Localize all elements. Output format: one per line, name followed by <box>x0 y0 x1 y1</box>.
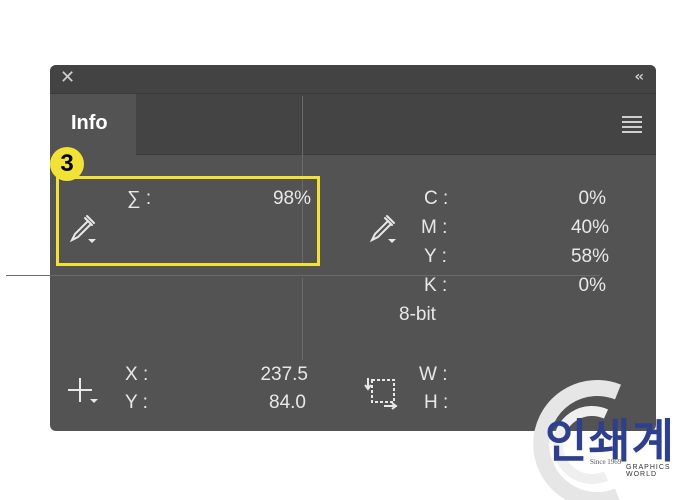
bit-depth-label: 8-bit <box>399 304 436 325</box>
logo-since-text: Since 1969 <box>590 458 622 466</box>
position-x-value: 237.5 <box>260 364 308 385</box>
position-y-value: 84.0 <box>269 392 306 413</box>
tutorial-highlight-box <box>56 176 320 266</box>
position-x-label: X : <box>125 364 149 385</box>
panel-titlebar: ✕ ‹‹ <box>50 65 656 94</box>
cmyk-y-label: Y : <box>424 246 447 267</box>
cmyk-y-value: 58% <box>570 246 609 267</box>
logo-brand-text: GRAPHICS WORLD <box>626 464 671 478</box>
cmyk-c-label: C : <box>424 188 449 209</box>
position-y-label: Y : <box>125 392 148 413</box>
step-number-badge: 3 <box>50 147 84 181</box>
panel-menu-icon[interactable] <box>622 116 642 133</box>
panel-tab-row: Info <box>50 94 656 155</box>
cmyk-m-label: M : <box>421 217 448 238</box>
cmyk-c-value: 0% <box>578 188 606 209</box>
eyedropper-cmyk-icon[interactable] <box>366 212 400 246</box>
tab-info-label: Info <box>71 112 108 134</box>
close-icon[interactable]: ✕ <box>60 67 75 88</box>
cmyk-k-label: K : <box>424 275 448 296</box>
tab-info[interactable]: Info <box>50 94 136 155</box>
crosshair-icon <box>68 378 98 403</box>
selection-size-icon <box>364 378 398 410</box>
size-h-label: H : <box>424 392 449 413</box>
cmyk-k-value: 0% <box>578 275 606 296</box>
collapse-icon[interactable]: ‹‹ <box>634 69 643 85</box>
size-w-label: W : <box>419 364 448 385</box>
divider-vertical-bottom <box>302 278 303 360</box>
cmyk-m-value: 40% <box>570 217 609 238</box>
